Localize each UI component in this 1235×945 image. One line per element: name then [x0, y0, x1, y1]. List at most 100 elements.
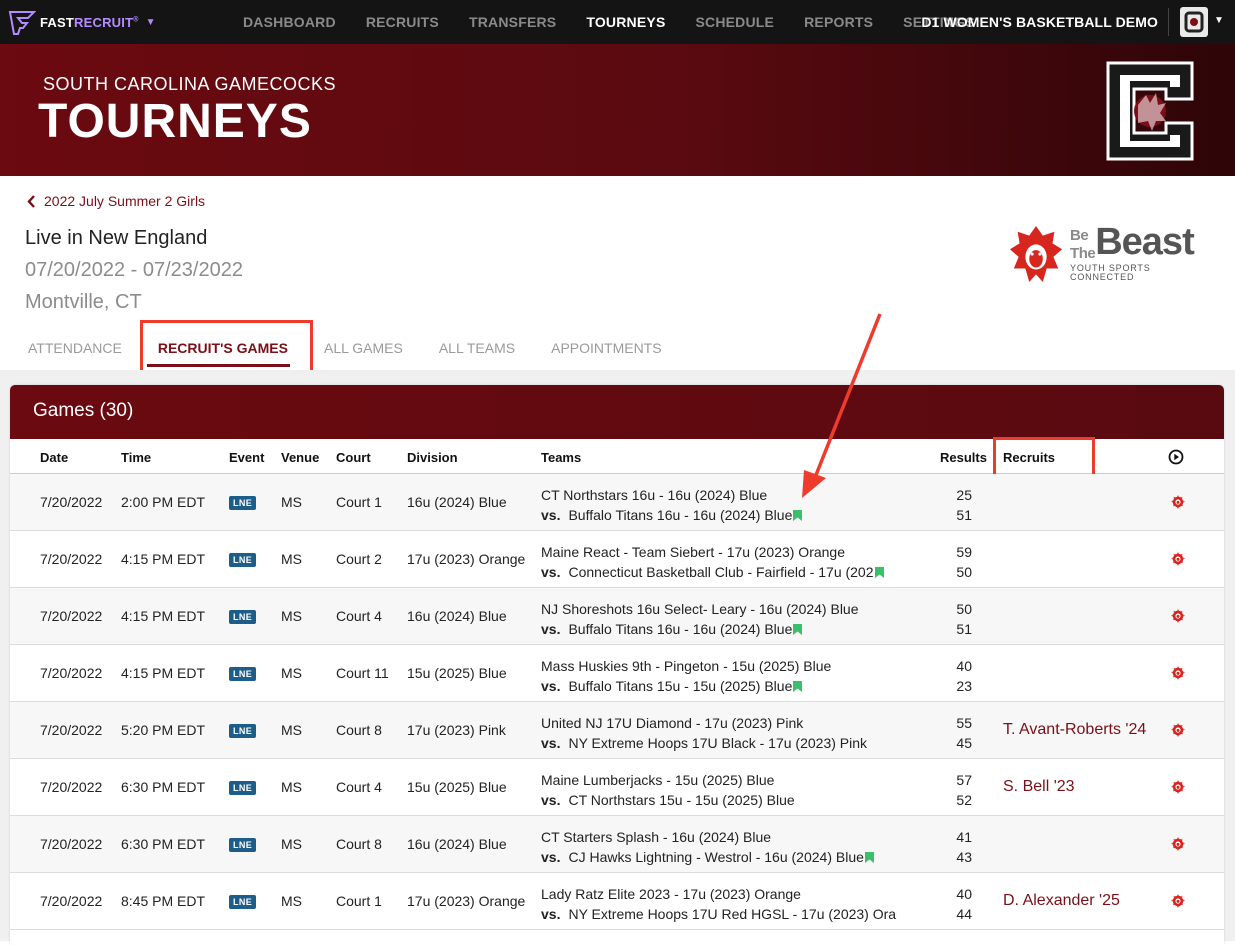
event-badge[interactable]: LNE: [229, 781, 257, 795]
back-link-label: 2022 July Summer 2 Girls: [44, 193, 206, 209]
event-badge[interactable]: LNE: [229, 667, 257, 681]
vs-label: vs.: [541, 906, 561, 922]
home-team[interactable]: CT Northstars 16u - 16u (2024) Blue: [541, 487, 767, 503]
col-date[interactable]: Date: [40, 450, 68, 465]
col-event[interactable]: Event: [229, 450, 264, 465]
away-team[interactable]: CT Northstars 15u - 15u (2025) Blue: [568, 792, 794, 808]
vs-label: vs.: [541, 507, 561, 523]
school-logo-icon: [1184, 11, 1204, 33]
away-team[interactable]: NY Extreme Hoops 17U Red HGSL - 17u (202…: [568, 906, 897, 922]
nav-link-transfers[interactable]: TRANSFERS: [469, 14, 556, 30]
games-title: Games (30): [10, 385, 1224, 439]
away-team[interactable]: CJ Hawks Lightning - Westrol - 16u (2024…: [568, 849, 863, 865]
table-row[interactable]: 7/20/2022 4:15 PM EDT LNE MS Court 11 15u (20…: [10, 645, 1224, 702]
recruit-link[interactable]: D. Alexander '25: [1003, 892, 1120, 910]
event-badge[interactable]: LNE: [229, 838, 257, 852]
home-team[interactable]: CT Starters Splash - 16u (2024) Blue: [541, 829, 771, 845]
game-results: 40 44: [954, 884, 972, 924]
tab-appointments[interactable]: APPOINTMENTS: [551, 340, 661, 370]
game-time: 4:15 PM EDT: [121, 665, 206, 681]
home-team[interactable]: United NJ 17U Diamond - 17u (2023) Pink: [541, 715, 803, 731]
col-results[interactable]: Results: [940, 450, 987, 465]
event-badge[interactable]: LNE: [229, 553, 257, 567]
sponsor-logo: Be The Beast YOUTH SPORTS CONNECTED: [1008, 222, 1213, 288]
home-score: 25: [956, 487, 972, 503]
nav-link-tourneys[interactable]: TOURNEYS: [586, 14, 665, 30]
event-logo-icon[interactable]: [1170, 665, 1186, 681]
nav-link-dashboard[interactable]: DASHBOARD: [243, 14, 336, 30]
brand-menu[interactable]: FASTRECRUIT® ▼: [8, 8, 155, 36]
event-logo-icon[interactable]: [1170, 551, 1186, 567]
tab-attendance[interactable]: ATTENDANCE: [28, 340, 122, 370]
away-team[interactable]: NY Extreme Hoops 17U Black - 17u (2023) …: [568, 735, 867, 751]
table-row[interactable]: 7/20/2022 4:15 PM EDT LNE MS Court 2 17u (202…: [10, 531, 1224, 588]
home-team[interactable]: Lady Ratz Elite 2023 - 17u (2023) Orange: [541, 886, 801, 902]
nav-link-schedule[interactable]: SCHEDULE: [695, 14, 774, 30]
event-logo-icon[interactable]: [1170, 836, 1186, 852]
account-name[interactable]: D1 WOMEN'S BASKETBALL DEMO: [921, 14, 1158, 30]
home-team[interactable]: Maine React - Team Siebert - 17u (2023) …: [541, 544, 845, 560]
event-badge[interactable]: LNE: [229, 724, 257, 738]
game-date: 7/20/2022: [40, 494, 103, 510]
tab-all-teams[interactable]: ALL TEAMS: [439, 340, 515, 370]
away-score: 44: [956, 906, 972, 922]
game-teams: Maine React - Team Siebert - 17u (2023) …: [541, 542, 897, 582]
game-time: 2:00 PM EDT: [121, 494, 206, 510]
event-badge[interactable]: LNE: [229, 610, 257, 624]
home-team[interactable]: Mass Huskies 9th - Pingeton - 15u (2025)…: [541, 658, 831, 674]
event-logo-icon[interactable]: [1170, 779, 1186, 795]
home-score: 40: [956, 658, 972, 674]
event-logo-icon[interactable]: [1170, 893, 1186, 909]
home-team[interactable]: Maine Lumberjacks - 15u (2025) Blue: [541, 772, 774, 788]
col-division[interactable]: Division: [407, 450, 458, 465]
event-badge[interactable]: LNE: [229, 895, 257, 909]
school-name: SOUTH CAROLINA GAMECOCKS: [43, 74, 337, 94]
table-row[interactable]: 7/20/2022 5:20 PM EDT LNE MS Court 8 17u (202…: [10, 702, 1224, 759]
highlight-box: [140, 320, 313, 376]
event-location: Montville, CT: [25, 291, 142, 313]
sponsor-the: The: [1070, 245, 1096, 262]
table-row[interactable]: 7/20/2022 8:45 PM EDT LNE MS Court 1 17u (202…: [10, 873, 1224, 930]
event-logo-icon[interactable]: [1170, 494, 1186, 510]
table-row[interactable]: 7/20/2022 4:15 PM EDT LNE MS Court 4 16u (202…: [10, 588, 1224, 645]
away-team[interactable]: Buffalo Titans 16u - 16u (2024) Blue: [568, 507, 792, 523]
away-team[interactable]: Connecticut Basketball Club - Fairfield …: [568, 564, 873, 580]
col-venue[interactable]: Venue: [281, 450, 319, 465]
event-logo-icon[interactable]: [1170, 608, 1186, 624]
game-teams: Mass Huskies 9th - Pingeton - 15u (2025)…: [541, 656, 897, 696]
game-date: 7/20/2022: [40, 551, 103, 567]
home-team[interactable]: NJ Shoreshots 16u Select- Leary - 16u (2…: [541, 601, 859, 617]
recruit-link[interactable]: T. Avant-Roberts '24: [1003, 721, 1146, 739]
game-division: 16u (2024) Blue: [407, 836, 507, 852]
table-row[interactable]: 7/20/2022 2:00 PM EDT LNE MS Court 1 16u (202…: [10, 474, 1224, 531]
col-court[interactable]: Court: [336, 450, 371, 465]
highlight-box: [993, 437, 1095, 477]
game-results: 25 51: [954, 485, 972, 525]
table-row[interactable]: 7/20/2022 6:30 PM EDT LNE MS Court 8 16u (202…: [10, 816, 1224, 873]
table-row[interactable]: 7/20/2022 6:30 PM EDT LNE MS Court 4 15u (202…: [10, 759, 1224, 816]
game-division: 17u (2023) Orange: [407, 893, 526, 909]
chevron-down-icon[interactable]: ▼: [1214, 15, 1224, 26]
game-venue: MS: [281, 551, 302, 567]
tabs: ATTENDANCE RECRUIT'S GAMES ALL GAMES ALL TE…: [28, 340, 698, 370]
game-date: 7/20/2022: [40, 836, 103, 852]
game-time: 5:20 PM EDT: [121, 722, 206, 738]
away-score: 52: [956, 792, 972, 808]
game-court: Court 4: [336, 608, 382, 624]
away-team[interactable]: Buffalo Titans 16u - 16u (2024) Blue: [568, 621, 792, 637]
col-teams[interactable]: Teams: [541, 450, 581, 465]
col-time[interactable]: Time: [121, 450, 151, 465]
tab-all-games[interactable]: ALL GAMES: [324, 340, 403, 370]
event-badge[interactable]: LNE: [229, 496, 257, 510]
nav-link-reports[interactable]: REPORTS: [804, 14, 873, 30]
nav-link-recruits[interactable]: RECRUITS: [366, 14, 439, 30]
avatar[interactable]: [1180, 7, 1208, 37]
play-circle-icon[interactable]: [1168, 449, 1184, 465]
game-date: 7/20/2022: [40, 665, 103, 681]
table-header: Date Time Event Venue Court Division Tea…: [10, 437, 1224, 477]
fastrecruit-logo-icon: [8, 11, 36, 35]
away-team[interactable]: Buffalo Titans 15u - 15u (2025) Blue: [568, 678, 792, 694]
back-link[interactable]: 2022 July Summer 2 Girls: [27, 193, 205, 209]
recruit-link[interactable]: S. Bell '23: [1003, 778, 1075, 796]
event-logo-icon[interactable]: [1170, 722, 1186, 738]
